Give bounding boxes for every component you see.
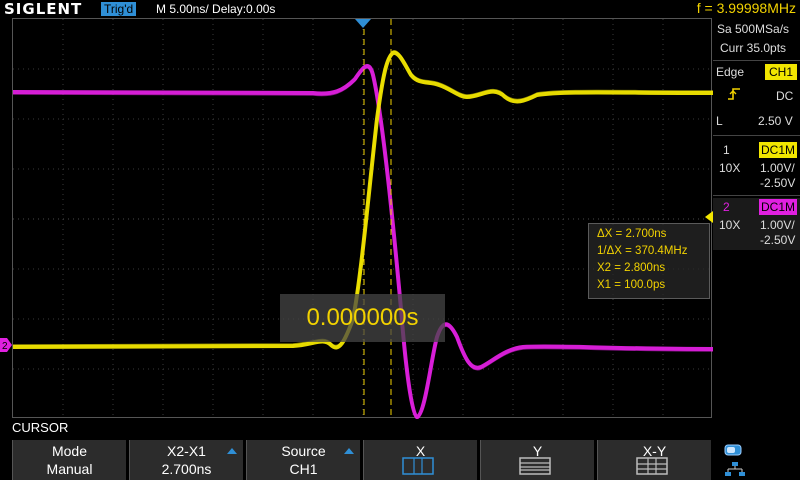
delay-value: Delay:0.00s <box>212 2 276 16</box>
cursor-measurement-panel: ΔX = 2.700ns 1/ΔX = 370.4MHz X2 = 2.800n… <box>588 223 710 299</box>
ch1-coupling-badge: DC1M <box>759 142 797 158</box>
source-softkey[interactable]: Source CH1 <box>246 440 360 480</box>
brand-logo: SIGLENT <box>4 0 83 18</box>
divider <box>713 135 800 136</box>
time-readout-label: 0.000000s <box>280 294 445 342</box>
trigger-level-marker[interactable] <box>705 211 713 223</box>
trigger-level-label: L <box>716 114 723 128</box>
trigger-coupling: DC <box>776 89 794 103</box>
softkey-value: 2.700ns <box>161 461 212 477</box>
network-icon <box>725 462 745 476</box>
ch2-number: 2 <box>723 200 730 214</box>
x2-readout: X2 = 2.800ns <box>597 262 666 274</box>
rising-edge-icon <box>728 88 740 100</box>
timebase-readout[interactable]: M 5.00ns/ Delay:0.00s <box>156 2 275 16</box>
trigger-level-value: 2.50 V <box>758 114 793 128</box>
channel-1-info[interactable]: 1 DC1M 10X 1.00V/ -2.50V <box>713 141 800 193</box>
memory-depth: Curr 35.0pts <box>720 41 787 55</box>
x-cursor-softkey[interactable]: X <box>363 440 477 480</box>
ch1-offset: -2.50V <box>760 176 796 190</box>
channel-2-info[interactable]: 2 DC1M 10X 1.00V/ -2.50V <box>713 198 800 250</box>
trigger-status-badge: Trig'd <box>101 2 137 16</box>
x-y-cursor-softkey[interactable]: X-Y <box>597 440 711 480</box>
ch1-scale: 1.00V/ <box>760 161 795 175</box>
divider <box>713 195 800 196</box>
menu-title: CURSOR <box>12 420 69 435</box>
x2-x1-softkey[interactable]: X2-X1 2.700ns <box>129 440 243 480</box>
softkey-label: Mode <box>51 443 88 459</box>
ch2-marker-label: 2 <box>2 341 8 352</box>
ch2-offset-marker[interactable]: 2 <box>0 338 12 352</box>
ch2-scale: 1.00V/ <box>760 218 795 232</box>
trigger-position-marker[interactable] <box>355 19 371 29</box>
inverse-delta-x-readout: 1/ΔX = 370.4MHz <box>597 245 688 257</box>
right-info-panel: Sa 500MSa/s Curr 35.0pts Edge CH1 DC L 2… <box>713 18 800 418</box>
softkey-value: CH1 <box>289 461 318 477</box>
x-y-cursor-icon <box>636 457 668 475</box>
ch1-number: 1 <box>723 143 730 157</box>
ch2-probe: 10X <box>719 218 741 232</box>
ch2-offset: -2.50V <box>760 233 796 247</box>
graticule-grid <box>13 19 713 419</box>
top-status-bar: SIGLENT Trig'd M 5.00ns/ Delay:0.00s f =… <box>0 0 800 18</box>
mode-softkey[interactable]: Mode Manual <box>12 440 126 480</box>
y-cursor-softkey[interactable]: Y <box>480 440 594 480</box>
sample-rate: Sa 500MSa/s <box>717 22 790 36</box>
softkey-bar: Mode Manual X2-X1 2.700ns Source CH1 X Y… <box>12 440 800 480</box>
ch2-coupling-badge: DC1M <box>759 199 797 215</box>
knob-adjust-icon <box>227 448 237 454</box>
delta-x-readout: ΔX = 2.700ns <box>597 228 667 240</box>
y-cursor-icon <box>519 457 551 475</box>
usb-connected-icon <box>724 444 742 456</box>
knob-adjust-icon <box>344 448 354 454</box>
trigger-type: Edge <box>716 65 745 79</box>
trigger-info[interactable]: Edge CH1 DC L 2.50 V <box>713 61 800 133</box>
waveform-display[interactable]: ΔX = 2.700ns 1/ΔX = 370.4MHz X2 = 2.800n… <box>12 18 713 419</box>
x1-readout: X1 = 100.0ps <box>597 279 666 291</box>
ch1-probe: 10X <box>719 161 741 175</box>
network-status-area <box>716 440 800 480</box>
timebase-value: M 5.00ns/ <box>156 2 209 16</box>
frequency-readout: f = 3.99998MHz <box>696 0 796 16</box>
graticule-and-traces <box>13 19 713 419</box>
trigger-source-badge: CH1 <box>765 64 797 80</box>
x-cursor-icon <box>402 457 434 475</box>
softkey-value: Manual <box>46 461 93 477</box>
